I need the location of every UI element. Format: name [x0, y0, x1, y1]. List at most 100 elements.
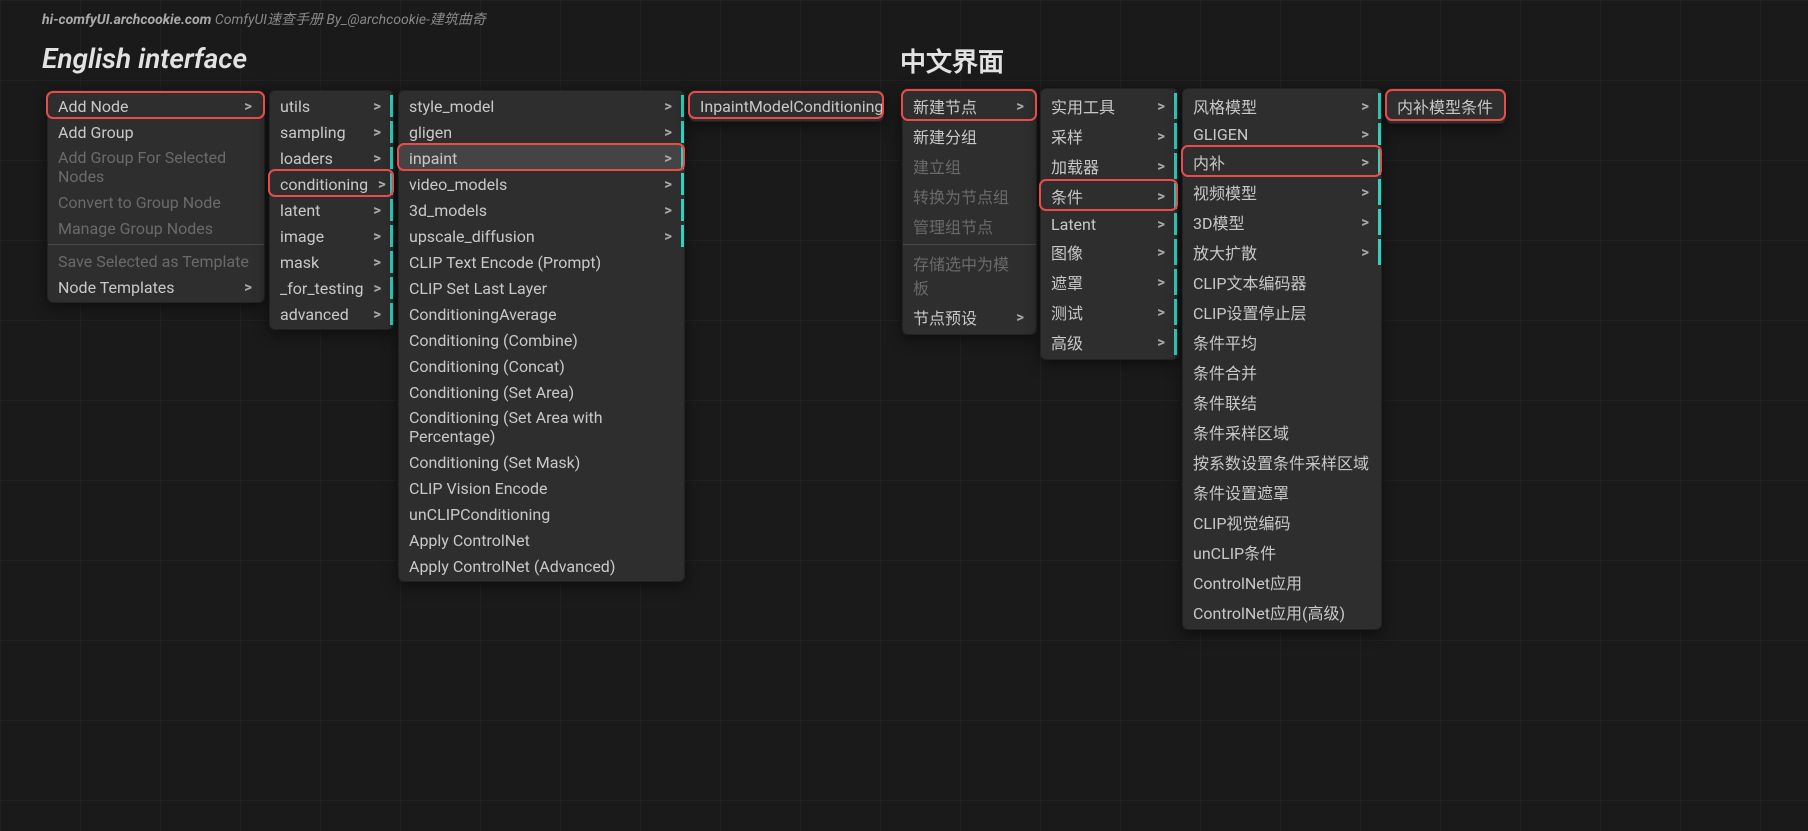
context-menu-en-level2[interactable]: utils>sampling>loaders>conditioning>late…	[269, 90, 394, 330]
menu-item-label: Conditioning (Set Area with Percentage)	[409, 408, 672, 446]
menu-item[interactable]: 采样>	[1041, 121, 1177, 151]
context-menu-cn-level2[interactable]: 实用工具>采样>加载器>条件>Latent>图像>遮罩>测试>高级>	[1040, 88, 1178, 360]
context-menu-cn-level3[interactable]: 风格模型>GLIGEN>内补>视频模型>3D模型>放大扩散> CLIP文本编码器 C…	[1182, 88, 1382, 630]
menu-item[interactable]: unCLIPConditioning	[399, 501, 684, 527]
chevron-right-icon: >	[363, 279, 381, 297]
menu-item-label: 采样	[1051, 124, 1083, 148]
menu-item[interactable]: 节点预设>	[903, 302, 1036, 332]
menu-item[interactable]: unCLIP条件	[1183, 537, 1381, 567]
menu-item[interactable]: 实用工具>	[1041, 91, 1177, 121]
menu-item[interactable]: 放大扩散>	[1183, 237, 1381, 267]
menu-item[interactable]: Conditioning (Set Area with Percentage)	[399, 405, 684, 449]
menu-item[interactable]: 条件设置遮罩	[1183, 477, 1381, 507]
menu-item[interactable]: 视频模型>	[1183, 177, 1381, 207]
menu-item[interactable]: loaders>	[270, 145, 393, 171]
context-menu-en-level1[interactable]: Add Node>Add GroupAdd Group For Selected…	[47, 90, 265, 303]
menu-item[interactable]: Add Group	[48, 119, 264, 145]
menu-item[interactable]: 条件采样区域	[1183, 417, 1381, 447]
chevron-right-icon: >	[1147, 215, 1165, 233]
chevron-right-icon: >	[363, 227, 381, 245]
menu-item[interactable]: advanced>	[270, 301, 393, 327]
menu-item[interactable]: image>	[270, 223, 393, 249]
menu-item[interactable]: CLIP文本编码器	[1183, 267, 1381, 297]
menu-item[interactable]: Add Node >	[48, 93, 264, 119]
menu-item[interactable]: GLIGEN>	[1183, 121, 1381, 147]
menu-item[interactable]: conditioning>	[270, 171, 393, 197]
menu-item[interactable]: InpaintModelConditioning	[690, 93, 883, 119]
chevron-right-icon: >	[363, 97, 381, 115]
menu-item[interactable]: upscale_diffusion>	[399, 223, 684, 249]
menu-item[interactable]: 按系数设置条件采样区域	[1183, 447, 1381, 477]
menu-item[interactable]: CLIP Text Encode (Prompt)	[399, 249, 684, 275]
menu-item[interactable]: CLIP视觉编码	[1183, 507, 1381, 537]
menu-item[interactable]: 测试>	[1041, 297, 1177, 327]
context-menu-en-level4[interactable]: InpaintModelConditioning	[689, 90, 884, 122]
menu-item[interactable]: 高级>	[1041, 327, 1177, 357]
menu-item[interactable]: 图像>	[1041, 237, 1177, 267]
context-menu-en-level3[interactable]: style_model>gligen>inpaint>video_models>…	[398, 90, 685, 582]
menu-item[interactable]: Conditioning (Combine)	[399, 327, 684, 353]
menu-item[interactable]: 条件合并	[1183, 357, 1381, 387]
menu-item-label: 条件	[1051, 184, 1083, 208]
menu-item[interactable]: video_models>	[399, 171, 684, 197]
menu-item[interactable]: 条件 >	[1041, 181, 1177, 211]
menu-item[interactable]: 内补>	[1183, 147, 1381, 177]
chevron-right-icon: >	[368, 175, 386, 193]
menu-item[interactable]: mask>	[270, 249, 393, 275]
menu-item[interactable]: 风格模型>	[1183, 91, 1381, 121]
menu-item-label: style_model	[409, 97, 494, 116]
menu-item[interactable]: 遮罩>	[1041, 267, 1177, 297]
chevron-right-icon: >	[1006, 97, 1024, 115]
menu-item[interactable]: 3d_models>	[399, 197, 684, 223]
menu-item[interactable]: Node Templates>	[48, 274, 264, 300]
menu-item[interactable]: ControlNet应用	[1183, 567, 1381, 597]
menu-item[interactable]: inpaint>	[399, 145, 684, 171]
menu-item-label: 管理组节点	[913, 214, 993, 238]
menu-item[interactable]: CLIP设置停止层	[1183, 297, 1381, 327]
chevron-right-icon: >	[363, 123, 381, 141]
menu-item-label: 新建节点	[913, 94, 977, 118]
menu-item-label: 内补模型条件	[1397, 94, 1493, 118]
menu-item[interactable]: CLIP Vision Encode	[399, 475, 684, 501]
menu-item[interactable]: 内补模型条件	[1387, 91, 1505, 121]
menu-item[interactable]: latent>	[270, 197, 393, 223]
menu-item[interactable]: style_model>	[399, 93, 684, 119]
context-menu-cn-level1[interactable]: 新建节点>新建分组建立组转换为节点组管理组节点存储选中为模板节点预设>	[902, 88, 1037, 335]
menu-item[interactable]: Apply ControlNet	[399, 527, 684, 553]
menu-item-label: Apply ControlNet	[409, 531, 530, 550]
menu-item[interactable]: CLIP Set Last Layer	[399, 275, 684, 301]
menu-item-label: 条件设置遮罩	[1193, 480, 1289, 504]
menu-item[interactable]: 条件平均	[1183, 327, 1381, 357]
menu-item-label: 3D模型	[1193, 210, 1245, 234]
menu-item[interactable]: gligen>	[399, 119, 684, 145]
chevron-right-icon: >	[1147, 187, 1165, 205]
menu-item[interactable]: 新建分组	[903, 121, 1036, 151]
chevron-right-icon: >	[234, 97, 252, 115]
menu-item[interactable]: 新建节点 >	[903, 91, 1036, 121]
chevron-right-icon: >	[654, 201, 672, 219]
chevron-right-icon: >	[363, 253, 381, 271]
menu-item-label: unCLIPConditioning	[409, 505, 550, 524]
menu-item[interactable]: ConditioningAverage	[399, 301, 684, 327]
menu-item-label: 新建分组	[913, 124, 977, 148]
menu-item-label: 按系数设置条件采样区域	[1193, 450, 1369, 474]
menu-item[interactable]: ControlNet应用(高级)	[1183, 597, 1381, 627]
context-menu-cn-level4[interactable]: 内补模型条件	[1386, 88, 1506, 124]
menu-item[interactable]: 3D模型>	[1183, 207, 1381, 237]
menu-item[interactable]: Latent>	[1041, 211, 1177, 237]
menu-item[interactable]: _for_testing>	[270, 275, 393, 301]
menu-item-label: Add Node	[58, 97, 129, 116]
menu-item[interactable]: Conditioning (Set Area)	[399, 379, 684, 405]
menu-item[interactable]: Apply ControlNet (Advanced)	[399, 553, 684, 579]
menu-item-label: gligen	[409, 123, 452, 142]
menu-item[interactable]: utils>	[270, 93, 393, 119]
menu-item-label: CLIP Text Encode (Prompt)	[409, 253, 601, 272]
menu-item[interactable]: 加载器>	[1041, 151, 1177, 181]
menu-item-label: 放大扩散	[1193, 240, 1257, 264]
menu-item[interactable]: sampling>	[270, 119, 393, 145]
menu-item-label: CLIP文本编码器	[1193, 270, 1306, 294]
menu-item[interactable]: Conditioning (Concat)	[399, 353, 684, 379]
menu-item[interactable]: Conditioning (Set Mask)	[399, 449, 684, 475]
menu-item[interactable]: 条件联结	[1183, 387, 1381, 417]
menu-item-label: Conditioning (Set Mask)	[409, 453, 580, 472]
